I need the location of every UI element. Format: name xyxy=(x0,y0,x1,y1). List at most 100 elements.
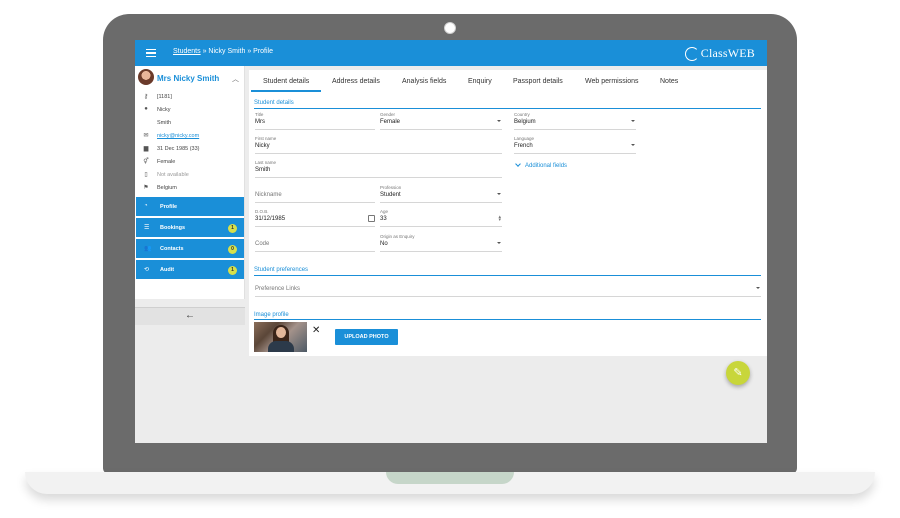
tab-web-permissions[interactable]: Web permissions xyxy=(585,78,639,85)
spinner-icon[interactable]: ▴ ▾ xyxy=(498,215,501,223)
field-label: Country xyxy=(514,112,530,117)
field-value: No xyxy=(380,241,388,247)
tab-passport-details[interactable]: Passport details xyxy=(513,78,563,85)
tab-student-details[interactable]: Student details xyxy=(263,78,309,85)
phone-icon: ▯ xyxy=(144,172,148,178)
active-tab-indicator xyxy=(251,90,321,92)
caret-down-icon xyxy=(497,242,501,244)
info-row-country: ⚑ Belgium xyxy=(135,182,245,195)
profile-photo xyxy=(254,322,307,352)
student-sidebar: Mrs Nicky Smith ︿ ⚷ [1181] ● Nicky Smith… xyxy=(135,66,245,325)
logo-swirl-icon xyxy=(684,46,699,61)
field-label: Title xyxy=(255,112,264,117)
preference-links-select[interactable]: Preference Links xyxy=(255,279,761,297)
field-value: Smith xyxy=(255,167,271,173)
field-label: Last name xyxy=(255,160,277,165)
tab-address-details[interactable]: Address details xyxy=(332,78,380,85)
sidebar-item-contacts[interactable]: 👥 Contacts 0 xyxy=(136,238,244,258)
field-label: Gender xyxy=(380,112,396,117)
info-dob: 31 Dec 1985 (33) xyxy=(157,146,200,152)
remove-photo-icon[interactable]: ✕ xyxy=(312,325,320,336)
people-icon: 👥 xyxy=(144,246,152,252)
key-icon: ⚷ xyxy=(143,94,149,100)
info-gender: Female xyxy=(157,159,176,165)
field-label: Age xyxy=(380,209,389,214)
back-button[interactable]: ← xyxy=(135,307,245,325)
info-email[interactable]: nicky@nicky.com xyxy=(157,133,199,139)
field-placeholder: Preference Links xyxy=(255,286,301,292)
first-name-field[interactable]: First name Nicky xyxy=(255,136,502,154)
info-last-name: Smith xyxy=(157,120,172,126)
upload-photo-button[interactable]: UPLOAD PHOTO xyxy=(335,329,398,345)
menu-icon[interactable] xyxy=(146,49,156,57)
laptop-notch xyxy=(386,472,514,484)
language-select[interactable]: Language French xyxy=(514,136,636,154)
breadcrumb: Students » Nicky Smith » Profile xyxy=(173,48,273,55)
camera-dot xyxy=(444,22,456,34)
field-value: 31/12/1985 xyxy=(255,216,286,222)
logo-text: ClassWEB xyxy=(700,46,755,60)
chevron-down-icon xyxy=(515,161,521,167)
tab-analysis-fields[interactable]: Analysis fields xyxy=(402,78,446,85)
student-profile-card: Student details Address details Analysis… xyxy=(249,70,767,356)
additional-fields-label: Additional fields xyxy=(525,163,568,169)
tab-notes[interactable]: Notes xyxy=(660,78,678,85)
student-name: Mrs Nicky Smith xyxy=(157,74,220,83)
additional-fields-toggle[interactable]: Additional fields xyxy=(514,161,568,169)
sidebar-item-audit[interactable]: ⟲ Audit 1 xyxy=(136,259,244,279)
code-input[interactable]: Code xyxy=(255,234,375,252)
breadcrumb-rest: » Nicky Smith » Profile xyxy=(200,48,273,55)
field-label: First name xyxy=(255,136,277,141)
field-label: Language xyxy=(514,136,535,141)
laptop-mockup: Students » Nicky Smith » Profile ClassWE… xyxy=(0,0,900,518)
dob-field[interactable]: D.O.B. 31/12/1985 xyxy=(255,209,375,227)
country-select[interactable]: Country Belgium xyxy=(514,112,636,130)
caret-down-icon xyxy=(497,120,501,122)
tab-enquiry[interactable]: Enquiry xyxy=(468,78,492,85)
sidebar-item-bookings[interactable]: ☰ Bookings 1 xyxy=(136,217,244,237)
classweb-logo: ClassWEB xyxy=(684,45,755,62)
field-label: Profession xyxy=(380,185,402,190)
sidebar-item-label: Bookings xyxy=(160,225,186,231)
profession-select[interactable]: Profession Student xyxy=(380,185,502,203)
nickname-input[interactable]: Nickname xyxy=(255,185,375,203)
field-value: Belgium xyxy=(514,119,536,125)
gender-select[interactable]: Gender Female xyxy=(380,112,502,130)
info-row-gender: ⚥ Female xyxy=(135,156,245,169)
field-label: D.O.B. xyxy=(255,209,269,214)
field-placeholder: Code xyxy=(255,241,270,247)
info-row-dob: ▆ 31 Dec 1985 (33) xyxy=(135,143,245,156)
sidebar-item-label: Audit xyxy=(160,267,175,273)
section-student-preferences: Student preferences xyxy=(254,267,309,273)
info-country: Belgium xyxy=(157,185,177,191)
field-placeholder: Nickname xyxy=(255,192,282,198)
edit-pencil-icon[interactable]: ✎ xyxy=(726,361,750,385)
profile-tabs: Student details Address details Analysis… xyxy=(249,70,767,92)
field-value: French xyxy=(514,143,533,149)
calendar-icon[interactable] xyxy=(368,215,375,222)
user-header: Mrs Nicky Smith ︿ xyxy=(135,66,245,90)
age-stepper[interactable]: Age 33 ▴ ▾ xyxy=(380,209,502,227)
profile-icon: ◔ xyxy=(144,203,148,209)
app-screen: Students » Nicky Smith » Profile ClassWE… xyxy=(135,40,767,443)
last-name-field[interactable]: Last name Smith xyxy=(255,160,502,178)
section-divider xyxy=(254,319,761,320)
caret-down-icon xyxy=(631,120,635,122)
section-divider xyxy=(254,275,761,276)
origin-enquiry-select[interactable]: Origin as Enquiry No xyxy=(380,234,502,252)
title-field[interactable]: Title Mrs xyxy=(255,112,375,130)
section-student-details: Student details xyxy=(254,100,294,106)
info-row-email: ✉ nicky@nicky.com xyxy=(135,130,245,143)
gender-icon: ⚥ xyxy=(143,159,149,165)
flag-icon: ⚑ xyxy=(143,185,149,191)
history-icon: ⟲ xyxy=(144,267,150,273)
caret-down-icon xyxy=(631,144,635,146)
bookings-count-badge: 1 xyxy=(228,224,237,233)
top-bar: Students » Nicky Smith » Profile ClassWE… xyxy=(135,40,767,66)
sidebar-item-profile[interactable]: ◔ Profile xyxy=(136,196,244,216)
breadcrumb-students-link[interactable]: Students xyxy=(173,48,201,55)
sidebar-item-label: Profile xyxy=(160,204,178,210)
section-divider xyxy=(254,108,761,109)
section-image-profile: Image profile xyxy=(254,312,289,318)
chevron-up-icon[interactable]: ︿ xyxy=(232,74,239,84)
